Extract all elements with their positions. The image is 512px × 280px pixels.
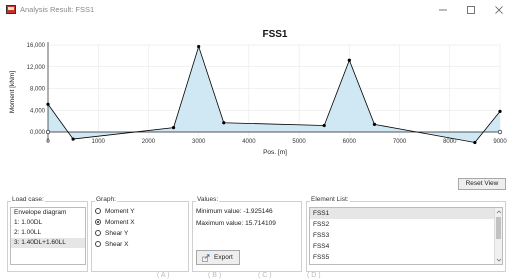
x-tick-label: 6000 [343, 139, 357, 145]
background-tab-d: ( D ) [307, 272, 321, 279]
load-case-item[interactable]: Envelope diagram [11, 208, 85, 218]
close-button[interactable] [488, 2, 510, 18]
load-case-item[interactable]: 1: 1.00DL [11, 218, 85, 228]
element-list-scrollbar[interactable] [494, 208, 502, 264]
x-tick-label: 8000 [443, 139, 457, 145]
load-case-list[interactable]: Envelope diagram 1: 1.00DL 2: 1.00LL 3: … [10, 207, 86, 265]
graph-group: Graph: Moment Y Moment X Shear Y Shear X [91, 196, 189, 272]
support-marker [497, 129, 503, 135]
data-point [171, 126, 176, 130]
element-item[interactable]: FSS3 [310, 230, 502, 241]
background-tab-c: ( C ) [258, 272, 272, 279]
element-list-group: Element List: FSS1 FSS2 FSS3 FSS4 FSS5 [306, 196, 506, 272]
y-axis-label: Moment [kNm] [9, 71, 16, 113]
maximize-button[interactable] [460, 2, 482, 18]
element-item-selected[interactable]: FSS1 [310, 208, 502, 219]
reset-view-button[interactable]: Reset View [458, 178, 506, 190]
y-tick-label: 16,000 [27, 43, 46, 49]
element-list-label: Element List: [310, 196, 350, 203]
export-icon [202, 254, 210, 262]
maximize-icon [467, 6, 475, 14]
scroll-down-icon[interactable] [496, 257, 502, 263]
scroll-up-icon[interactable] [496, 209, 502, 215]
y-tick-label: 4,000 [30, 108, 46, 114]
load-case-item-selected[interactable]: 3: 1.40DL+1.60LL [11, 238, 85, 248]
radio-label: Moment X [105, 219, 135, 226]
element-list[interactable]: FSS1 FSS2 FSS3 FSS4 FSS5 [309, 207, 503, 265]
radio-moment-x[interactable]: Moment X [95, 218, 135, 228]
data-point [197, 44, 201, 49]
y-tick-label: 0,000 [30, 130, 46, 136]
maximum-value: Maximum value: 15.714109 [196, 220, 276, 227]
radio-button-checked-icon [95, 219, 101, 225]
radio-button-icon [95, 241, 101, 247]
minimize-icon [439, 9, 447, 11]
load-case-group: Load case: Envelope diagram 1: 1.00DL 2:… [7, 196, 88, 272]
values-label: Values: [196, 196, 220, 203]
values-group: Values: Minimum value: -1.925146 Maximum… [192, 196, 302, 272]
scroll-thumb[interactable] [496, 217, 501, 239]
element-item[interactable]: FSS2 [310, 219, 502, 230]
window-title: Analysis Result: FSS1 [20, 5, 95, 14]
radio-button-icon [95, 230, 101, 236]
chart-title: FSS1 [262, 29, 287, 40]
moment-chart[interactable]: FSS1 0 1000 2000 3000 4000 5000 6000 7000 8000 90… [0, 20, 512, 175]
x-tick-label: 5000 [292, 139, 306, 145]
support-marker [45, 129, 51, 135]
radio-shear-y[interactable]: Shear Y [95, 229, 128, 239]
x-tick-label: 7000 [393, 139, 407, 145]
radio-moment-y[interactable]: Moment Y [95, 207, 135, 217]
x-tick-label: 4000 [242, 139, 256, 145]
data-point [46, 102, 50, 106]
data-point [322, 123, 326, 128]
chart-svg: FSS1 0 1000 2000 3000 4000 5000 6000 7000 8000 90… [9, 29, 507, 156]
moment-area-fill [48, 46, 500, 143]
radio-label: Shear Y [105, 230, 129, 237]
data-point [473, 140, 477, 145]
y-tick-label: 12,000 [27, 65, 46, 71]
radio-shear-x[interactable]: Shear X [95, 240, 129, 250]
graph-label: Graph: [95, 196, 117, 203]
data-point [71, 137, 75, 141]
close-icon [495, 6, 503, 14]
minimum-value: Minimum value: -1.925146 [196, 208, 273, 215]
radio-label: Moment Y [105, 208, 135, 215]
background-tab-a: ( A ) [157, 272, 170, 279]
background-tab-b: ( B ) [208, 272, 222, 279]
x-axis-label: Pos. [m] [263, 149, 287, 156]
x-tick-label: 3000 [192, 139, 206, 145]
export-label: Export [214, 254, 233, 261]
title-bar: Analysis Result: FSS1 [0, 0, 512, 20]
data-point [347, 58, 351, 62]
element-item[interactable]: FSS4 [310, 241, 502, 252]
data-point [498, 109, 502, 113]
y-tick-label: 8,000 [30, 87, 46, 93]
load-case-item[interactable]: 2: 1.00LL [11, 228, 85, 238]
x-tick-label: 9000 [493, 139, 507, 145]
export-button[interactable]: Export [196, 250, 240, 265]
x-tick-label: 1000 [92, 139, 106, 145]
load-case-label: Load case: [11, 196, 45, 203]
analysis-result-window: Analysis Result: FSS1 FSS1 0 1000 2000 3000… [0, 0, 512, 280]
x-tick-label: 0 [46, 139, 50, 145]
x-tick-label: 2000 [142, 139, 156, 145]
radio-label: Shear X [105, 241, 129, 248]
data-point [222, 121, 226, 125]
data-point [372, 122, 377, 126]
minimize-button[interactable] [432, 2, 454, 18]
app-icon [6, 5, 16, 14]
radio-button-icon [95, 208, 101, 214]
chart-area-fill [48, 46, 500, 143]
element-item[interactable]: FSS5 [310, 252, 502, 263]
